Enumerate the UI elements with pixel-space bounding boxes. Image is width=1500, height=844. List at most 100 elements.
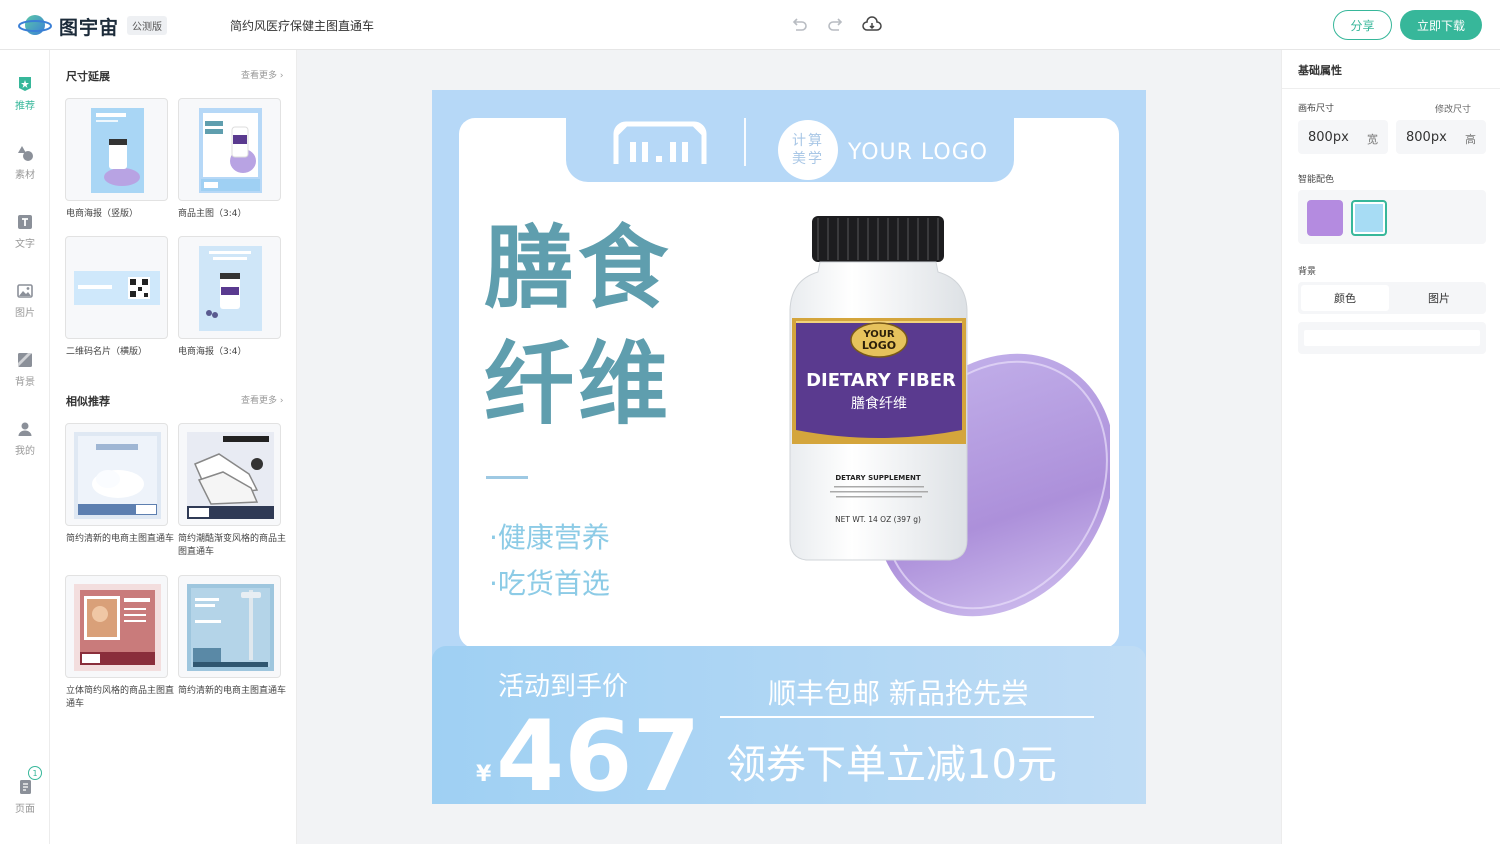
tmall-logo-icon (613, 121, 707, 164)
top-bar: 图宇宙 公测版 简约风医疗保健主图直通车 分享 立即下载 (0, 0, 1500, 50)
nav-label: 背景 (15, 377, 35, 388)
template-preview (91, 108, 144, 193)
redo-icon[interactable] (825, 14, 847, 36)
size-section-more-link[interactable]: 查看更多 › (241, 68, 283, 81)
palette-label: 智能配色 (1298, 175, 1335, 185)
background-label: 背景 (1298, 267, 1317, 277)
image-icon (17, 284, 33, 298)
height-value: 800px (1406, 130, 1447, 145)
template-preview (199, 246, 262, 331)
logo-circle-top: 计算 (792, 133, 824, 149)
pages-icon (20, 780, 31, 794)
currency-symbol: ¥ (476, 762, 492, 787)
template-thumb[interactable] (178, 423, 281, 526)
left-nav: 推荐 素材 文字 图片 背景 我的 1 页面 (0, 50, 50, 844)
planet-logo-icon (18, 15, 52, 35)
bottle-name-cn: 膳食纤维 (851, 395, 907, 412)
bullet-line2[interactable]: ·吃货首选 (489, 562, 610, 602)
template-label: 电商海报（竖版） (66, 209, 139, 219)
template-preview (199, 108, 262, 193)
nav-background[interactable]: 背景 (0, 351, 50, 395)
template-label: 简约清新的电商主图直通车 (66, 534, 175, 544)
canvas-size-label: 画布尺寸 (1298, 104, 1335, 114)
cloud-save-icon[interactable] (861, 14, 883, 36)
template-preview (74, 432, 161, 519)
nav-text[interactable]: 文字 (0, 213, 50, 257)
panel-divider (1282, 88, 1500, 89)
template-label: 简约潮酷渐变风格的商品主图直通车 (178, 534, 287, 557)
nav-mine[interactable]: 我的 (0, 420, 50, 464)
nav-label: 我的 (15, 446, 35, 457)
bottle-name-en: DIETARY FIBER (806, 370, 956, 391)
logo-circle-bottom: 美学 (792, 151, 824, 167)
recommend-icon (19, 77, 31, 91)
template-thumb[interactable] (65, 98, 168, 201)
price-band[interactable]: 活动到手价 ¥ 467 顺丰包邮 新品抢先尝 领券下单立减10元 (432, 646, 1146, 804)
coupon-text[interactable]: 领券下单立减10元 (726, 732, 1057, 790)
template-label: 简约清新的电商主图直通车 (178, 686, 287, 696)
logo-divider (744, 118, 746, 166)
bullet-line1[interactable]: ·健康营养 (489, 516, 610, 556)
promo-label[interactable]: 活动到手价 (498, 666, 628, 703)
template-label: 二维码名片（横版） (66, 347, 148, 357)
product-bottle-image[interactable]: YOUR LOGO DIETARY FIBER 膳食纤维 DETARY SUPP… (770, 210, 1110, 640)
properties-title: 基础属性 (1298, 64, 1342, 77)
share-button[interactable]: 分享 (1333, 10, 1392, 40)
template-label: 商品主图（3:4） (178, 209, 247, 219)
color-preview (1304, 330, 1480, 346)
background-type-toggle: 颜色 图片 (1298, 282, 1486, 314)
headline-underline (486, 476, 528, 479)
template-thumb[interactable] (65, 423, 168, 526)
band-divider (720, 716, 1094, 718)
beta-badge: 公测版 (127, 16, 167, 35)
design-canvas[interactable]: 计算美学 YOUR LOGO 膳食 纤维 ·健康营养 ·吃货首选 YOUR LO… (432, 90, 1146, 804)
template-panel: 尺寸延展 查看更多 › 电商海报（竖版） 商品主图（3:4） 二维码名片（横版）… (50, 50, 297, 844)
nav-pages[interactable]: 页面 (0, 778, 50, 822)
height-unit: 高 (1465, 133, 1476, 146)
headline-line1[interactable]: 膳食 (484, 224, 672, 314)
resize-link[interactable]: 修改尺寸 (1435, 102, 1471, 115)
background-icon (18, 353, 32, 367)
template-thumb[interactable] (178, 98, 281, 201)
template-preview (74, 271, 160, 305)
nav-label: 素材 (15, 170, 35, 181)
background-color-picker[interactable] (1298, 322, 1486, 354)
price-value[interactable]: 467 (496, 708, 701, 804)
nav-material[interactable]: 素材 (0, 144, 50, 188)
template-preview (187, 584, 274, 671)
nav-label: 图片 (15, 308, 35, 319)
template-thumb[interactable] (178, 575, 281, 678)
logo-header-tab[interactable]: 计算美学 YOUR LOGO (566, 118, 1014, 182)
nav-recommend[interactable]: 推荐 (0, 75, 50, 119)
template-thumb[interactable] (178, 236, 281, 339)
template-thumb[interactable] (65, 236, 168, 339)
nav-label: 推荐 (15, 101, 35, 112)
more-label: 查看更多 (241, 71, 278, 81)
similar-section-more-link[interactable]: 查看更多 › (241, 393, 283, 406)
template-thumb[interactable] (65, 575, 168, 678)
height-field[interactable]: 800px 高 (1396, 120, 1486, 154)
template-preview (74, 584, 161, 671)
your-logo-text[interactable]: YOUR LOGO (848, 140, 988, 165)
headline-line2[interactable]: 纤维 (484, 340, 672, 430)
similar-section-title: 相似推荐 (66, 395, 110, 408)
palette-swatch-blue[interactable] (1351, 200, 1387, 236)
shipping-text[interactable]: 顺丰包邮 新品抢先尝 (768, 672, 1029, 712)
nav-label: 页面 (15, 804, 35, 815)
bottle-supplement: DETARY SUPPLEMENT (835, 474, 921, 482)
width-value: 800px (1308, 130, 1349, 145)
bg-tab-color[interactable]: 颜色 (1301, 285, 1389, 311)
width-field[interactable]: 800px 宽 (1298, 120, 1388, 154)
undo-icon[interactable] (788, 14, 810, 36)
template-label: 立体简约风格的商品主图直通车 (66, 686, 175, 709)
palette-swatch-purple[interactable] (1307, 200, 1343, 236)
template-label: 电商海报（3:4） (178, 347, 247, 357)
nav-image[interactable]: 图片 (0, 282, 50, 326)
bg-tab-image[interactable]: 图片 (1395, 285, 1483, 311)
document-title[interactable]: 简约风医疗保健主图直通车 (230, 17, 374, 34)
download-button[interactable]: 立即下载 (1400, 10, 1482, 40)
nav-label: 文字 (15, 239, 35, 250)
shapes-icon (18, 146, 33, 161)
properties-panel: 基础属性 画布尺寸 修改尺寸 800px 宽 800px 高 智能配色 背景 颜… (1281, 50, 1500, 844)
app-name: 图宇宙 (59, 17, 120, 39)
